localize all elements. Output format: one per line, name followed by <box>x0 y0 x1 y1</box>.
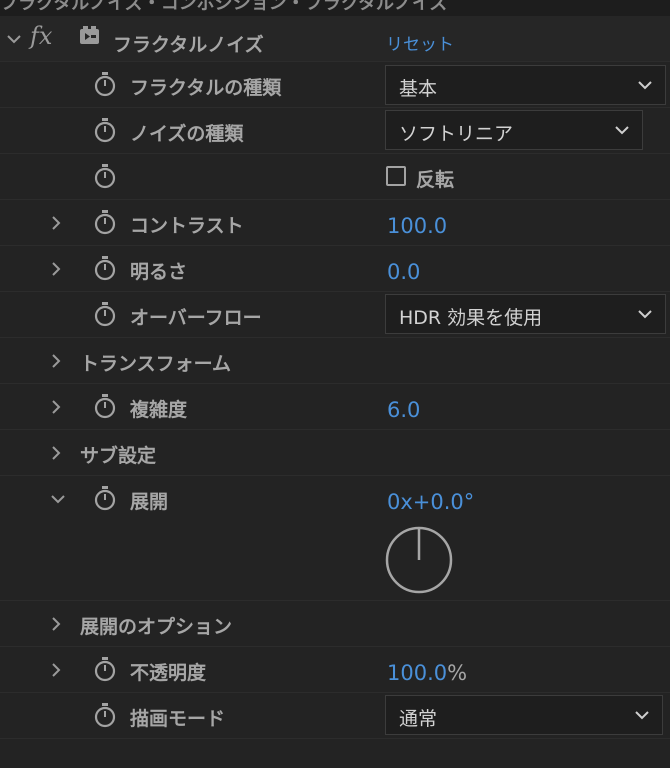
dropdown-value: HDR 効果を使用 <box>399 307 543 329</box>
property-row-opacity: 不透明度 100.0% <box>0 647 670 693</box>
chevron-down-icon <box>635 711 649 720</box>
chevron-down-icon[interactable] <box>50 491 66 507</box>
property-row-blend-mode: 描画モード 通常 <box>0 693 670 739</box>
stopwatch-icon[interactable] <box>93 656 117 682</box>
property-row-contrast: コントラスト 100.0 <box>0 200 670 246</box>
contrast-value[interactable]: 100.0 <box>387 214 447 238</box>
property-row-evolution: 展開 0x+0.0° <box>0 476 670 601</box>
stopwatch-icon[interactable] <box>93 301 117 327</box>
opacity-value[interactable]: 100.0% <box>387 661 467 685</box>
stopwatch-icon[interactable] <box>93 163 117 189</box>
complexity-value[interactable]: 6.0 <box>387 398 420 422</box>
dropdown-value: 通常 <box>399 708 438 730</box>
invert-checkbox[interactable] <box>386 166 406 186</box>
effect-presets-icon[interactable] <box>78 24 102 48</box>
dropdown-value: ソフトリニア <box>399 123 514 145</box>
chevron-down-icon <box>638 81 652 90</box>
group-label: サブ設定 <box>80 445 157 467</box>
angle-dial[interactable] <box>384 525 454 595</box>
chevron-right-icon[interactable] <box>48 445 64 461</box>
fx-toggle-icon[interactable]: fx <box>30 22 52 50</box>
chevron-right-icon[interactable] <box>48 662 64 678</box>
property-group-transform[interactable]: トランスフォーム <box>0 338 670 384</box>
chevron-right-icon[interactable] <box>48 261 64 277</box>
property-row-invert: 反転 <box>0 154 670 200</box>
blend-mode-dropdown[interactable]: 通常 <box>385 695 663 735</box>
property-label: オーバーフロー <box>130 307 262 329</box>
opacity-unit: % <box>447 661 468 685</box>
property-label: コントラスト <box>130 215 244 237</box>
fractal-type-dropdown[interactable]: 基本 <box>385 65 666 105</box>
property-row-overflow: オーバーフロー HDR 効果を使用 <box>0 292 670 338</box>
chevron-right-icon[interactable] <box>48 399 64 415</box>
chevron-down-icon[interactable] <box>6 31 22 47</box>
property-label: ノイズの種類 <box>130 123 244 145</box>
brightness-value[interactable]: 0.0 <box>387 260 420 284</box>
panel-title: フラクタルノイズ・コンポジション・フラクタルノイズ <box>0 0 448 14</box>
property-group-evolution-options[interactable]: 展開のオプション <box>0 601 670 647</box>
property-group-sub-settings[interactable]: サブ設定 <box>0 430 670 476</box>
effect-title: フラクタルノイズ <box>113 34 264 56</box>
stopwatch-icon[interactable] <box>93 702 117 728</box>
chevron-right-icon[interactable] <box>48 215 64 231</box>
checkbox-label: 反転 <box>416 169 455 191</box>
chevron-down-icon <box>638 310 652 319</box>
group-label: トランスフォーム <box>80 353 232 375</box>
property-row-complexity: 複雑度 6.0 <box>0 384 670 430</box>
property-row-noise-type: ノイズの種類 ソフトリニア <box>0 108 670 154</box>
property-label: 複雑度 <box>130 399 188 421</box>
effect-header-row[interactable]: fx フラクタルノイズ リセット <box>0 16 670 62</box>
property-label: 展開 <box>130 491 169 513</box>
panel-header: フラクタルノイズ・コンポジション・フラクタルノイズ <box>0 0 670 16</box>
group-label: 展開のオプション <box>80 616 233 638</box>
stopwatch-icon[interactable] <box>93 117 117 143</box>
stopwatch-icon[interactable] <box>93 393 117 419</box>
opacity-number: 100.0 <box>387 661 448 685</box>
property-row-brightness: 明るさ 0.0 <box>0 246 670 292</box>
property-label: フラクタルの種類 <box>130 77 282 99</box>
evolution-value[interactable]: 0x+0.0° <box>387 490 474 514</box>
stopwatch-icon[interactable] <box>93 255 117 281</box>
chevron-down-icon <box>615 126 629 135</box>
property-row-fractal-type: フラクタルの種類 基本 <box>0 62 670 108</box>
chevron-right-icon[interactable] <box>48 353 64 369</box>
dropdown-value: 基本 <box>399 78 438 100</box>
overflow-dropdown[interactable]: HDR 効果を使用 <box>385 294 666 334</box>
property-label: 明るさ <box>130 261 188 283</box>
chevron-right-icon[interactable] <box>48 616 64 632</box>
stopwatch-icon[interactable] <box>93 485 117 511</box>
property-label: 描画モード <box>130 708 226 730</box>
noise-type-dropdown[interactable]: ソフトリニア <box>385 110 643 150</box>
stopwatch-icon[interactable] <box>93 209 117 235</box>
property-label: 不透明度 <box>130 662 207 684</box>
reset-link[interactable]: リセット <box>386 30 454 55</box>
stopwatch-icon[interactable] <box>93 71 117 97</box>
